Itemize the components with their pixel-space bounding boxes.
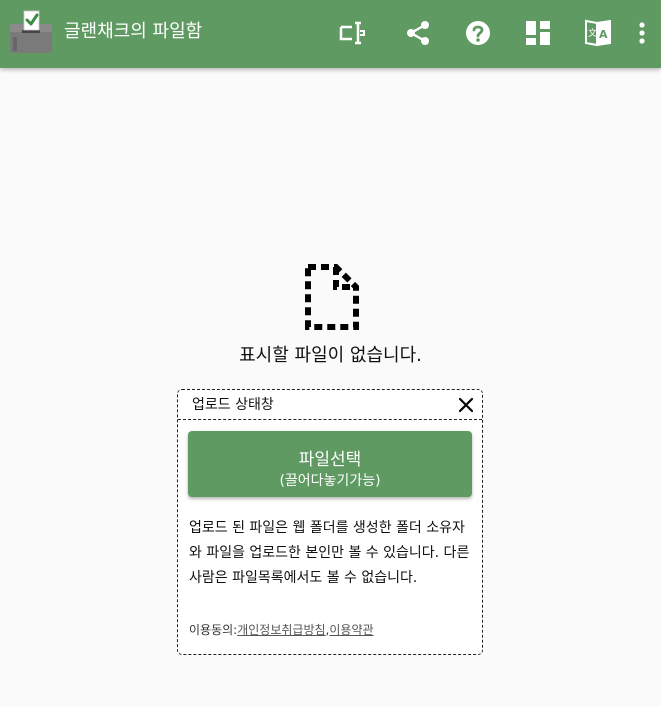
app-title: 글랜채크의 파일함 xyxy=(64,21,203,42)
upload-panel-header: 업로드 상태창 xyxy=(178,390,482,420)
upload-notice: 업로드 된 파일은 웹 폴더를 생성한 폴더 소유자와 파일을 업로드한 본인만… xyxy=(189,520,470,586)
file-select-label: 파일선택 xyxy=(298,449,362,470)
help-icon xyxy=(466,21,490,45)
more-button[interactable] xyxy=(628,17,656,49)
empty-message: 표시할 파일이 없습니다. xyxy=(239,345,422,366)
file-select-button[interactable]: 파일선택 (끌어다놓기가능) xyxy=(188,431,472,497)
share-icon xyxy=(407,21,429,45)
file-dashed-icon xyxy=(305,264,359,330)
more-vert-icon xyxy=(639,22,645,44)
ballot-box-icon xyxy=(10,10,52,53)
svg-text:文: 文 xyxy=(588,27,597,39)
help-button[interactable] xyxy=(462,17,494,49)
share-button[interactable] xyxy=(402,17,434,49)
consent-label: 이용동의: xyxy=(189,623,238,637)
upload-panel-title: 업로드 상태창 xyxy=(192,397,274,413)
svg-text:A: A xyxy=(599,28,608,41)
translate-icon: 文 A xyxy=(585,19,611,47)
close-icon[interactable] xyxy=(456,395,476,415)
text-select-button[interactable] xyxy=(336,17,368,49)
terms-link[interactable]: 이용약관 xyxy=(329,623,373,637)
drag-drop-hint: (끌어다놓기가능) xyxy=(279,472,381,489)
translate-button[interactable]: 文 A xyxy=(582,17,614,49)
dashboard-button[interactable] xyxy=(522,17,554,49)
text-select-icon xyxy=(339,21,365,45)
consent-line: 이용동의:개인정보취급방침,이용약관 xyxy=(189,622,477,638)
privacy-policy-link[interactable]: 개인정보취급방침 xyxy=(237,623,325,637)
upload-status-panel: 업로드 상태창 파일선택 (끌어다놓기가능) 업로드 된 파일은 웹 폴더를 생… xyxy=(177,389,483,655)
dashboard-icon xyxy=(526,21,550,45)
app-bar: 글랜채크의 파일함 文 A xyxy=(0,0,661,68)
